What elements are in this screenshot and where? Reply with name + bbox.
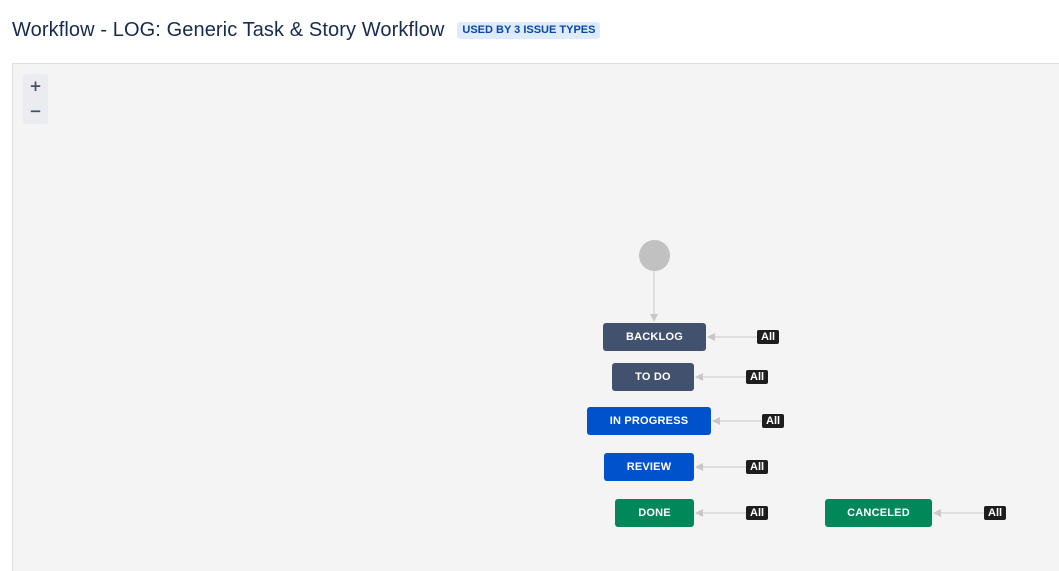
zoom-out-button[interactable]: − — [23, 99, 48, 124]
zoom-in-button[interactable]: + — [23, 74, 48, 99]
status-canceled[interactable]: CANCELED — [825, 499, 932, 527]
status-in-progress[interactable]: IN PROGRESS — [587, 407, 711, 435]
global-transition-all-canceled[interactable]: All — [984, 506, 1007, 520]
page-header: Workflow - LOG: Generic Task & Story Wor… — [12, 16, 601, 44]
issue-types-badge[interactable]: USED BY 3 ISSUE TYPES — [457, 22, 601, 39]
start-node[interactable] — [639, 240, 670, 271]
global-transition-all-todo[interactable]: All — [746, 370, 769, 384]
global-transition-all-review[interactable]: All — [746, 460, 769, 474]
status-to-do[interactable]: TO DO — [612, 363, 694, 391]
global-transition-all-inprogress[interactable]: All — [762, 414, 785, 428]
global-transition-all-done[interactable]: All — [746, 506, 769, 520]
status-backlog[interactable]: BACKLOG — [603, 323, 706, 351]
workflow-diagram-canvas[interactable] — [12, 63, 1059, 571]
page-title: Workflow - LOG: Generic Task & Story Wor… — [12, 18, 445, 41]
status-review[interactable]: REVIEW — [604, 453, 694, 481]
status-done[interactable]: DONE — [615, 499, 694, 527]
zoom-controls: + − — [23, 74, 48, 124]
global-transition-all-backlog[interactable]: All — [757, 330, 780, 344]
